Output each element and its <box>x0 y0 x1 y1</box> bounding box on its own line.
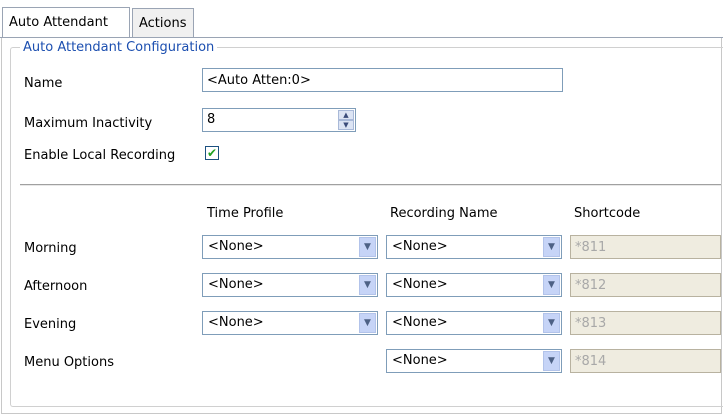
afternoon-time-profile-select[interactable]: <None> ▼ <box>202 273 378 297</box>
evening-shortcode-field: *813 <box>570 311 721 335</box>
afternoon-recording-name-select[interactable]: <None> ▼ <box>386 273 562 297</box>
tab-auto-attendant-label: Auto Attendant <box>9 15 108 30</box>
evening-time-profile-select[interactable]: <None> ▼ <box>202 311 378 335</box>
max-inactivity-spinner[interactable]: 8 ▲ ▼ <box>202 108 356 132</box>
select-value: <None> <box>392 239 448 254</box>
name-value: <Auto Atten:0> <box>207 72 311 88</box>
tab-actions-label: Actions <box>139 15 187 31</box>
chevron-down-icon[interactable]: ▼ <box>543 275 560 295</box>
afternoon-shortcode-field: *812 <box>570 273 721 297</box>
chevron-down-icon[interactable]: ▼ <box>359 313 376 333</box>
enable-local-recording-label: Enable Local Recording <box>24 148 176 163</box>
enable-local-recording-checkbox[interactable]: ✔ <box>205 146 219 160</box>
evening-recording-name-select[interactable]: <None> ▼ <box>386 311 562 335</box>
chevron-down-icon[interactable]: ▼ <box>543 237 560 257</box>
row-label-afternoon: Afternoon <box>24 279 88 294</box>
shortcode-value: *811 <box>575 239 607 255</box>
spin-up-icon[interactable]: ▲ <box>338 110 354 120</box>
select-value: <None> <box>208 315 264 330</box>
select-value: <None> <box>208 239 264 254</box>
chevron-down-icon[interactable]: ▼ <box>359 275 376 295</box>
tab-actions[interactable]: Actions <box>132 8 194 37</box>
menu-options-recording-name-select[interactable]: <None> ▼ <box>386 349 562 373</box>
row-label-evening: Evening <box>24 317 77 332</box>
separator-highlight <box>20 185 721 186</box>
select-value: <None> <box>392 353 448 368</box>
morning-time-profile-select[interactable]: <None> ▼ <box>202 235 378 259</box>
col-header-shortcode: Shortcode <box>574 206 641 221</box>
col-header-time-profile: Time Profile <box>207 206 284 221</box>
tab-auto-attendant[interactable]: Auto Attendant <box>2 7 130 37</box>
name-label: Name <box>24 76 63 91</box>
select-value: <None> <box>392 277 448 292</box>
spin-down-icon[interactable]: ▼ <box>338 120 354 130</box>
name-input[interactable]: <Auto Atten:0> <box>202 68 563 92</box>
select-value: <None> <box>208 277 264 292</box>
shortcode-value: *814 <box>575 353 607 369</box>
checkmark-icon: ✔ <box>206 146 218 160</box>
menu-options-shortcode-field: *814 <box>570 349 721 373</box>
morning-recording-name-select[interactable]: <None> ▼ <box>386 235 562 259</box>
col-header-recording-name: Recording Name <box>390 206 498 221</box>
row-label-morning: Morning <box>24 241 77 256</box>
chevron-down-icon[interactable]: ▼ <box>543 313 560 333</box>
shortcode-value: *812 <box>575 277 607 293</box>
max-inactivity-value: 8 <box>207 112 216 127</box>
morning-shortcode-field: *811 <box>570 235 721 259</box>
shortcode-value: *813 <box>575 315 607 331</box>
select-value: <None> <box>392 315 448 330</box>
max-inactivity-label: Maximum Inactivity <box>24 116 153 131</box>
group-legend: Auto Attendant Configuration <box>20 40 218 55</box>
chevron-down-icon[interactable]: ▼ <box>543 351 560 371</box>
chevron-down-icon[interactable]: ▼ <box>359 237 376 257</box>
row-label-menu-options: Menu Options <box>24 355 114 370</box>
